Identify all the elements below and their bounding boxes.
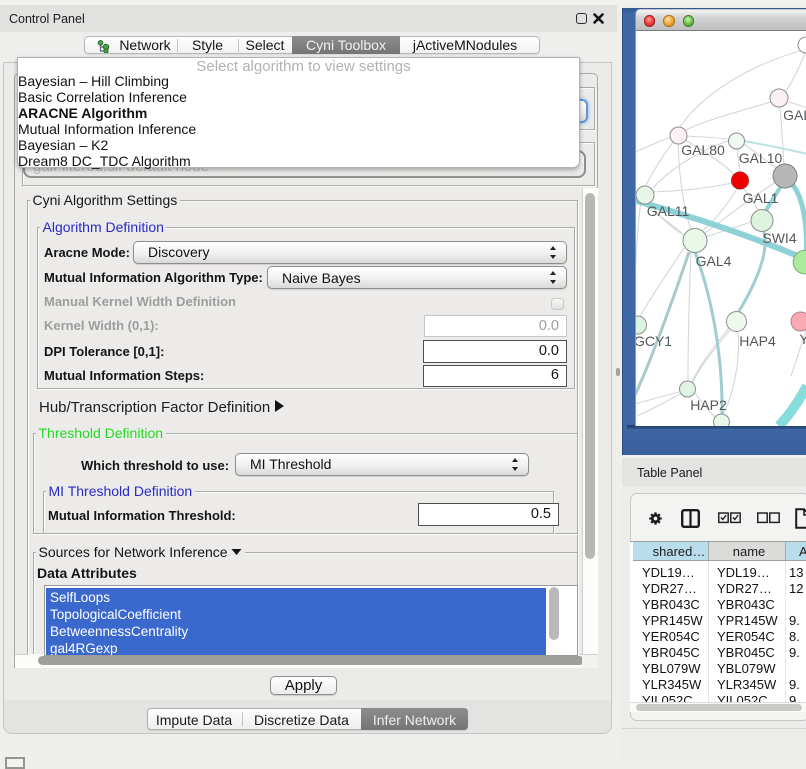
svg-text:GAL10: GAL10 bbox=[739, 150, 783, 166]
svg-text:Y: Y bbox=[799, 331, 806, 347]
svg-text:GAL2: GAL2 bbox=[783, 107, 806, 123]
svg-text:GAL4: GAL4 bbox=[696, 253, 732, 269]
svg-text:HAP4: HAP4 bbox=[739, 333, 776, 349]
svg-text:GAL11: GAL11 bbox=[647, 203, 690, 219]
svg-text:GAL80: GAL80 bbox=[681, 142, 725, 158]
svg-text:HAP2: HAP2 bbox=[690, 397, 727, 413]
svg-text:GAL1: GAL1 bbox=[743, 190, 779, 206]
svg-text:SWI4: SWI4 bbox=[762, 230, 796, 246]
svg-text:GCY1: GCY1 bbox=[636, 333, 672, 349]
